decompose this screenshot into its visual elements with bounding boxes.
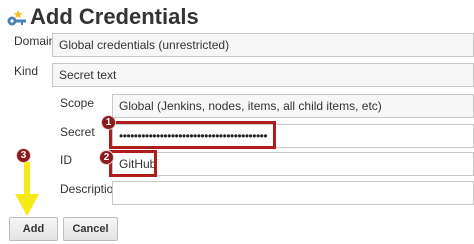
secret-highlight-box [109, 121, 276, 149]
id-label: ID [60, 153, 72, 167]
domain-value: Global credentials (unrestricted) [59, 38, 230, 52]
kind-select[interactable]: Secret text [52, 63, 474, 87]
kind-value: Secret text [59, 68, 117, 82]
description-input[interactable] [112, 181, 474, 205]
scope-value: Global (Jenkins, nodes, items, all child… [119, 99, 382, 113]
cancel-button[interactable]: Cancel [63, 217, 118, 241]
annotation-badge-2: 2 [99, 150, 114, 165]
kind-label: Kind [14, 64, 39, 78]
add-button[interactable]: Add [9, 217, 58, 241]
domain-label: Domain [14, 34, 56, 48]
credentials-key-icon [7, 10, 26, 26]
scope-select[interactable]: Global (Jenkins, nodes, items, all child… [112, 94, 474, 118]
scope-label: Scope [60, 96, 95, 110]
id-input[interactable]: GitHub [112, 152, 474, 176]
domain-select[interactable]: Global credentials (unrestricted) [52, 33, 474, 57]
yellow-arrow-icon [15, 162, 39, 216]
secret-label: Secret [60, 125, 95, 139]
id-highlight-box [109, 150, 157, 177]
annotation-badge-1: 1 [101, 115, 116, 130]
page-title: Add Credentials [30, 4, 199, 29]
